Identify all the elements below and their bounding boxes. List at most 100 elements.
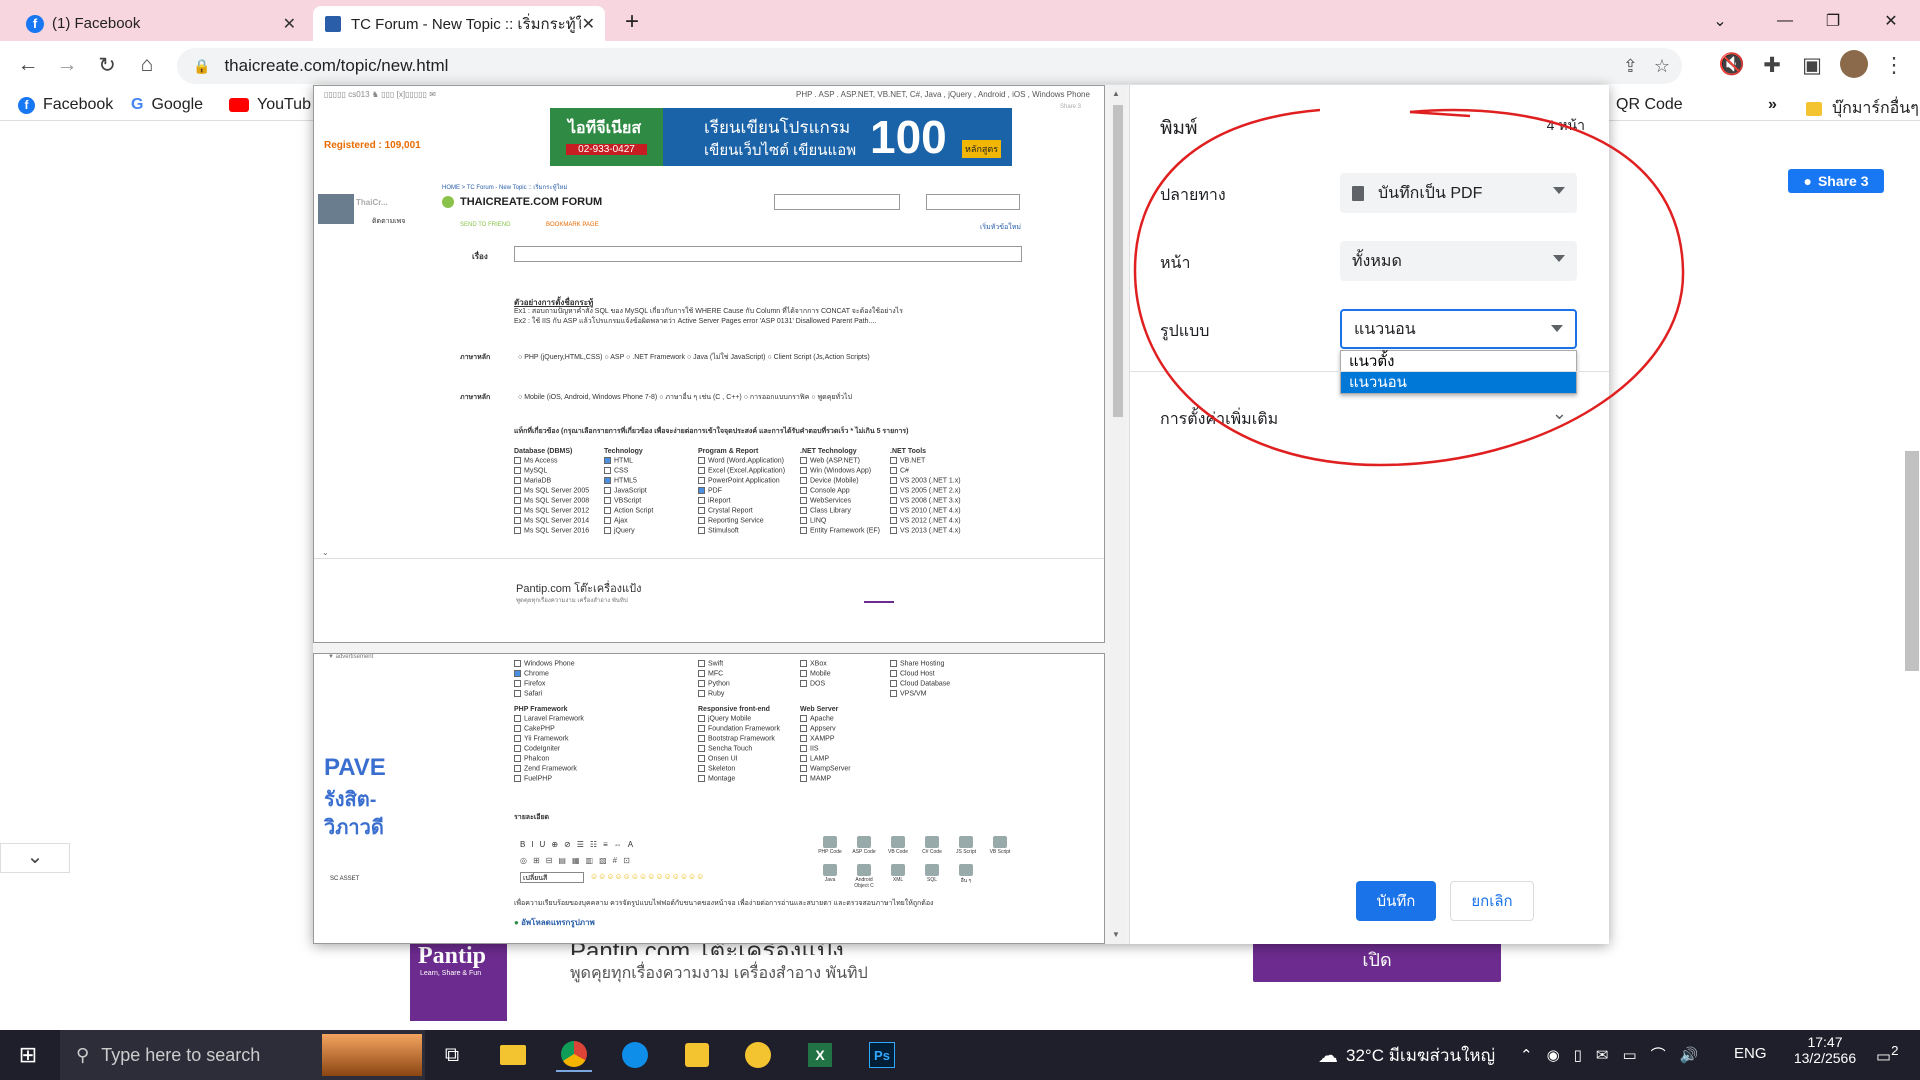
code-insert-button[interactable]: Android Object C	[848, 864, 880, 889]
checkbox-icon[interactable]	[698, 690, 705, 697]
tag-checkbox[interactable]: HTML5	[604, 477, 653, 487]
checkbox-icon[interactable]	[698, 715, 705, 722]
tag-checkbox[interactable]: VS 2005 (.NET 2.x)	[890, 487, 961, 497]
checkbox-icon[interactable]	[514, 755, 521, 762]
tag-checkbox[interactable]: Ms SQL Server 2012	[514, 507, 589, 517]
tag-checkbox[interactable]: Firefox	[514, 680, 575, 690]
code-insert-button[interactable]: อื่น ๆ	[950, 864, 982, 885]
checkbox-icon[interactable]	[800, 735, 807, 742]
destination-select[interactable]: บันทึกเป็น PDF	[1340, 173, 1577, 213]
tag-checkbox[interactable]: CodeIgniter	[514, 745, 584, 755]
chrome-icon[interactable]	[556, 1038, 592, 1072]
checkbox-icon[interactable]	[890, 680, 897, 687]
checkbox-icon[interactable]	[698, 507, 705, 514]
checkbox-icon[interactable]	[604, 517, 611, 524]
tag-checkbox[interactable]: Python	[698, 680, 730, 690]
photoshop-icon[interactable]: Ps	[864, 1038, 900, 1072]
share-button[interactable]: ● Share 3	[1788, 169, 1884, 193]
bookmark-google[interactable]: G Google	[131, 96, 203, 114]
tag-checkbox[interactable]: Excel (Excel.Application)	[698, 467, 785, 477]
sidepanel-icon[interactable]: ▣	[1798, 53, 1826, 78]
checkbox-icon[interactable]	[604, 477, 611, 484]
checkbox-icon[interactable]	[890, 527, 897, 534]
excel-icon[interactable]: X	[802, 1038, 838, 1072]
tag-checkbox[interactable]: XAMPP	[800, 735, 851, 745]
checkbox-icon[interactable]	[698, 775, 705, 782]
checkbox-icon[interactable]	[890, 670, 897, 677]
code-insert-button[interactable]: XML	[882, 864, 914, 883]
tag-checkbox[interactable]: Skeleton	[698, 765, 780, 775]
tag-checkbox[interactable]: Ms SQL Server 2014	[514, 517, 589, 527]
lang-options[interactable]: ○ PHP (jQuery,HTML,CSS) ○ ASP ○ .NET Fra…	[518, 352, 870, 363]
tag-checkbox[interactable]: MySQL	[514, 467, 589, 477]
checkbox-icon[interactable]	[890, 477, 897, 484]
subject-input[interactable]	[514, 246, 1022, 262]
checkbox-icon[interactable]	[800, 745, 807, 752]
tag-checkbox[interactable]: Zend Framework	[514, 765, 584, 775]
code-insert-button[interactable]: Java	[814, 864, 846, 883]
font-color-select[interactable]: เปลี่ยนสี	[520, 872, 584, 883]
checkbox-icon[interactable]	[800, 507, 807, 514]
tag-checkbox[interactable]: VPS/VM	[890, 690, 950, 700]
tag-checkbox[interactable]: HTML	[604, 457, 653, 467]
checkbox-icon[interactable]	[698, 497, 705, 504]
tag-checkbox[interactable]: Onsen UI	[698, 755, 780, 765]
tag-checkbox[interactable]: Cloud Host	[890, 670, 950, 680]
notification-icon[interactable]: ▭2	[1876, 1043, 1899, 1066]
page-scrollbar[interactable]	[1905, 451, 1919, 671]
start-topic-link[interactable]: เริ่มหัวข้อใหม่	[980, 222, 1021, 233]
tag-checkbox[interactable]: MFC	[698, 670, 730, 680]
checkbox-icon[interactable]	[800, 755, 807, 762]
checkbox-icon[interactable]	[800, 457, 807, 464]
tag-checkbox[interactable]: VS 2012 (.NET 4.x)	[890, 517, 961, 527]
windows-start-icon[interactable]: ⊞	[10, 1038, 46, 1072]
tag-checkbox[interactable]: Entity Framework (EF)	[800, 527, 880, 537]
code-insert-button[interactable]: JS Script	[950, 836, 982, 855]
tag-checkbox[interactable]: Laravel Framework	[514, 715, 584, 725]
forward-icon[interactable]: →	[53, 53, 81, 77]
checkbox-icon[interactable]	[514, 660, 521, 667]
close-tab-icon[interactable]: ✕	[283, 14, 296, 34]
checkbox-icon[interactable]	[698, 680, 705, 687]
file-explorer-icon[interactable]	[495, 1038, 531, 1072]
tag-checkbox[interactable]: Cloud Database	[890, 680, 950, 690]
menu-icon[interactable]: ⋮	[1880, 53, 1908, 78]
tag-checkbox[interactable]: Crystal Report	[698, 507, 785, 517]
checkbox-icon[interactable]	[698, 745, 705, 752]
bookmark-page-link[interactable]: BOOKMARK PAGE	[546, 222, 599, 228]
checkbox-icon[interactable]	[514, 680, 521, 687]
checkbox-icon[interactable]	[698, 517, 705, 524]
share-icon[interactable]: ⇪	[1623, 56, 1638, 77]
checkbox-icon[interactable]	[698, 725, 705, 732]
code-insert-button[interactable]: ASP Code	[848, 836, 880, 855]
checkbox-icon[interactable]	[604, 487, 611, 494]
checkbox-icon[interactable]	[890, 467, 897, 474]
smiley-icons[interactable]: ☺☺☺☺☺☺☺☺☺☺☺☺☺☺	[590, 872, 704, 881]
checkbox-icon[interactable]	[514, 517, 521, 524]
send-to-friend-link[interactable]: SEND TO FRIEND	[460, 222, 510, 228]
preview-scrollbar[interactable]: ▲ ▼	[1110, 85, 1126, 944]
bookmark-youtube[interactable]: YouTub	[229, 96, 311, 114]
checkbox-icon[interactable]	[800, 775, 807, 782]
checkbox-icon[interactable]	[890, 497, 897, 504]
checkbox-icon[interactable]	[800, 725, 807, 732]
tag-checkbox[interactable]: VS 2010 (.NET 4.x)	[890, 507, 961, 517]
checkbox-icon[interactable]	[514, 735, 521, 742]
checkbox-icon[interactable]	[698, 670, 705, 677]
tag-checkbox[interactable]: Ms SQL Server 2016	[514, 527, 589, 537]
tag-checkbox[interactable]: VB.NET	[890, 457, 961, 467]
tag-checkbox[interactable]: Appserv	[800, 725, 851, 735]
tag-checkbox[interactable]: WebServices	[800, 497, 880, 507]
code-insert-button[interactable]: C# Code	[916, 836, 948, 855]
tag-checkbox[interactable]: iReport	[698, 497, 785, 507]
tag-checkbox[interactable]: Chrome	[514, 670, 575, 680]
checkbox-icon[interactable]	[698, 735, 705, 742]
tag-checkbox[interactable]: MAMP	[800, 775, 851, 785]
checkbox-icon[interactable]	[890, 690, 897, 697]
banner-ad[interactable]: ไอทีจีเนียส 02-933-0427 เรียนเขียนโปรแกร…	[550, 108, 1012, 166]
tag-checkbox[interactable]: Ms Access	[514, 457, 589, 467]
checkbox-icon[interactable]	[800, 680, 807, 687]
checkbox-icon[interactable]	[890, 487, 897, 494]
tag-checkbox[interactable]: CakePHP	[514, 725, 584, 735]
checkbox-icon[interactable]	[698, 467, 705, 474]
